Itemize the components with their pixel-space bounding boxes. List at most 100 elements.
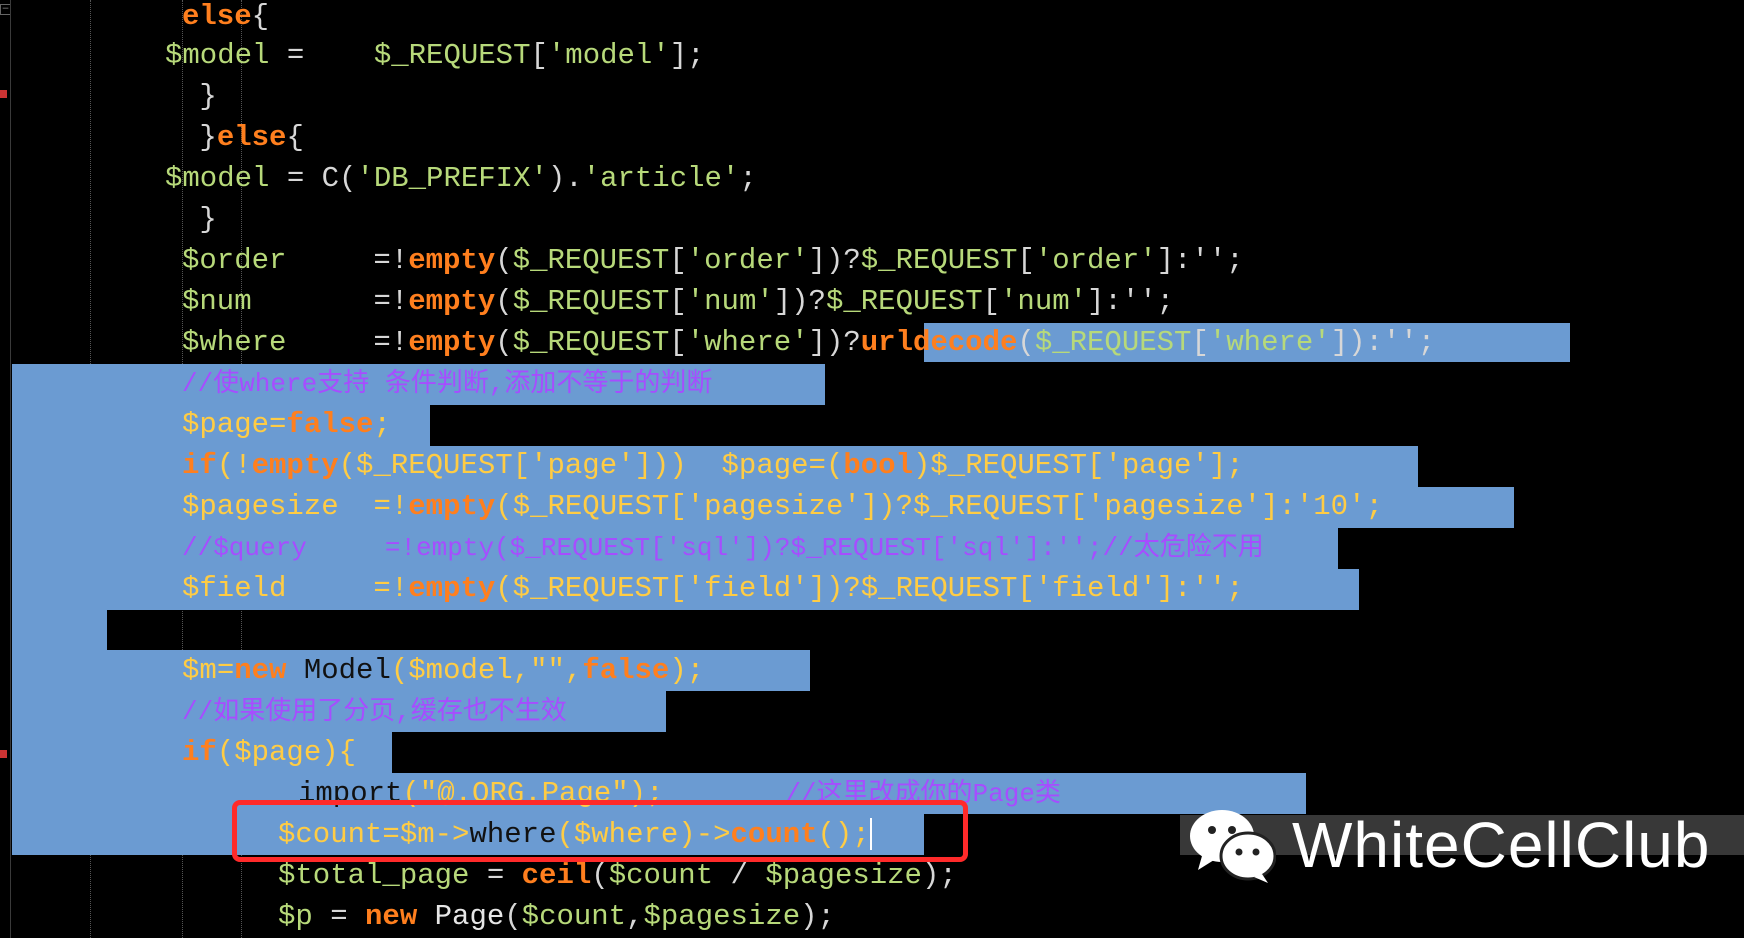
code-token: ); (800, 900, 835, 933)
code-token: [ (669, 244, 687, 277)
code-token: [ (1017, 572, 1035, 605)
code-token: =! (251, 285, 409, 318)
code-token: $pagesize (643, 900, 801, 933)
code-token: ]:''; (1156, 572, 1244, 605)
code-token: 'pagesize' (686, 490, 861, 523)
code-token: $num (182, 285, 252, 318)
code-token: =! (286, 244, 409, 277)
code-token: //使where支持 条件判断,添加不等于的判断 (182, 369, 713, 399)
code-token: [ (669, 490, 687, 523)
red-highlight-box (232, 800, 968, 862)
code-token: , (564, 654, 583, 687)
code-token: ( (338, 449, 357, 482)
code-token: $model (408, 654, 513, 687)
code-line[interactable]: //使where支持 条件判断,添加不等于的判断 (182, 363, 712, 404)
code-token: $_REQUEST (860, 244, 1018, 277)
code-token: ])) (634, 449, 722, 482)
code-token: $count (521, 900, 627, 933)
code-token: $_REQUEST (512, 244, 670, 277)
code-token: { (286, 121, 304, 154)
code-line[interactable]: $field =!empty($_REQUEST['field'])?$_REQ… (182, 568, 1244, 609)
code-token: [ (669, 285, 687, 318)
code-token: $_REQUEST (825, 285, 983, 318)
code-line[interactable]: $model = $_REQUEST['model']; (165, 35, 705, 76)
code-line[interactable]: $m=new Model($model,"",false); (182, 650, 704, 691)
code-token: $_REQUEST (912, 490, 1070, 523)
bookmark-marker (0, 750, 7, 758)
code-line[interactable]: } (182, 76, 216, 117)
code-token: if (182, 736, 217, 769)
code-token: $_REQUEST (930, 449, 1088, 482)
code-token: ]:''; (1087, 285, 1175, 318)
code-token: 'page' (530, 449, 635, 482)
code-token: new (234, 654, 287, 687)
gutter-divider (10, 0, 11, 938)
code-token: [ (530, 39, 548, 72)
code-line[interactable]: //如果使用了分页,缓存也不生效 (182, 691, 567, 732)
code-token: , (512, 654, 531, 687)
code-token: Model (286, 654, 391, 687)
code-line[interactable]: $order =!empty($_REQUEST['order'])?$_REQ… (182, 240, 1244, 281)
code-token: $_REQUEST (512, 326, 670, 359)
code-token: [ (512, 449, 531, 482)
code-token: / (713, 859, 766, 892)
code-token: 'where' (1208, 326, 1331, 359)
code-token: ])? (808, 326, 861, 359)
code-line[interactable]: else{ (182, 0, 269, 37)
code-token: empty (408, 285, 496, 318)
code-token: [ (982, 285, 1001, 318)
code-token: [ (669, 326, 687, 359)
code-token: ( (390, 654, 409, 687)
bookmark-marker (0, 90, 7, 98)
code-line[interactable]: } (182, 199, 216, 240)
code-line[interactable]: //$query =!empty($_REQUEST['sql'])?$_REQ… (182, 527, 1264, 568)
code-editor[interactable]: − else{$model = $_REQUEST['model']; } }e… (0, 0, 1744, 938)
code-line[interactable]: $pagesize =!empty($_REQUEST['pagesize'])… (182, 486, 1383, 527)
code-token: ( (495, 244, 513, 277)
code-line[interactable]: $p = new Page($count,$pagesize); (278, 896, 835, 937)
code-token: $count (608, 859, 714, 892)
code-line[interactable]: $num =!empty($_REQUEST['num'])?$_REQUEST… (182, 281, 1174, 322)
code-token: $field (182, 572, 287, 605)
code-token: [ (1087, 449, 1105, 482)
code-token: $pagesize (765, 859, 922, 892)
code-line[interactable]: if(!empty($_REQUEST['page'])) $page=(boo… (182, 445, 1244, 486)
code-token: $_REQUEST (860, 572, 1018, 605)
code-token: bool (843, 449, 913, 482)
code-line[interactable]: $where =!empty($_REQUEST['where'])?urlde… (182, 322, 1435, 363)
code-token: $page (234, 736, 322, 769)
code-token: $page (182, 408, 270, 441)
code-token: ( (495, 572, 513, 605)
code-line[interactable]: $model = C('DB_PREFIX').'article'; (165, 158, 757, 199)
code-token: 'order' (686, 244, 809, 277)
code-token: [ (1069, 490, 1088, 523)
code-token: else (182, 0, 252, 33)
code-token: ; (373, 408, 391, 441)
code-token: false (286, 408, 374, 441)
code-token: ceil (521, 859, 592, 892)
code-token: [ (669, 572, 687, 605)
code-line[interactable]: $page=false; (182, 404, 391, 445)
code-line[interactable]: }else{ (182, 117, 304, 158)
watermark-text: WhiteCellClub (1292, 809, 1711, 881)
code-token: $page (721, 449, 809, 482)
code-token: $_REQUEST (512, 285, 670, 318)
code-token: 'where' (686, 326, 809, 359)
code-token: urldecode (860, 326, 1018, 359)
code-token: ]; (1208, 449, 1244, 482)
code-token: ( (495, 490, 513, 523)
selection-block (12, 610, 107, 650)
code-token: $_REQUEST (512, 490, 670, 523)
code-token: (! (216, 449, 252, 482)
code-token: $model (165, 162, 270, 195)
code-token: { (251, 0, 270, 33)
code-line[interactable]: if($page){ (182, 732, 356, 773)
code-token: = (216, 654, 235, 687)
code-token: 'DB_PREFIX' (356, 162, 548, 195)
code-token: 'pagesize' (1087, 490, 1262, 523)
code-token: ){ (321, 736, 357, 769)
code-token: 'field' (686, 572, 809, 605)
code-token: ); (669, 654, 705, 687)
code-token: ( (495, 326, 513, 359)
code-token: =! (338, 490, 409, 523)
